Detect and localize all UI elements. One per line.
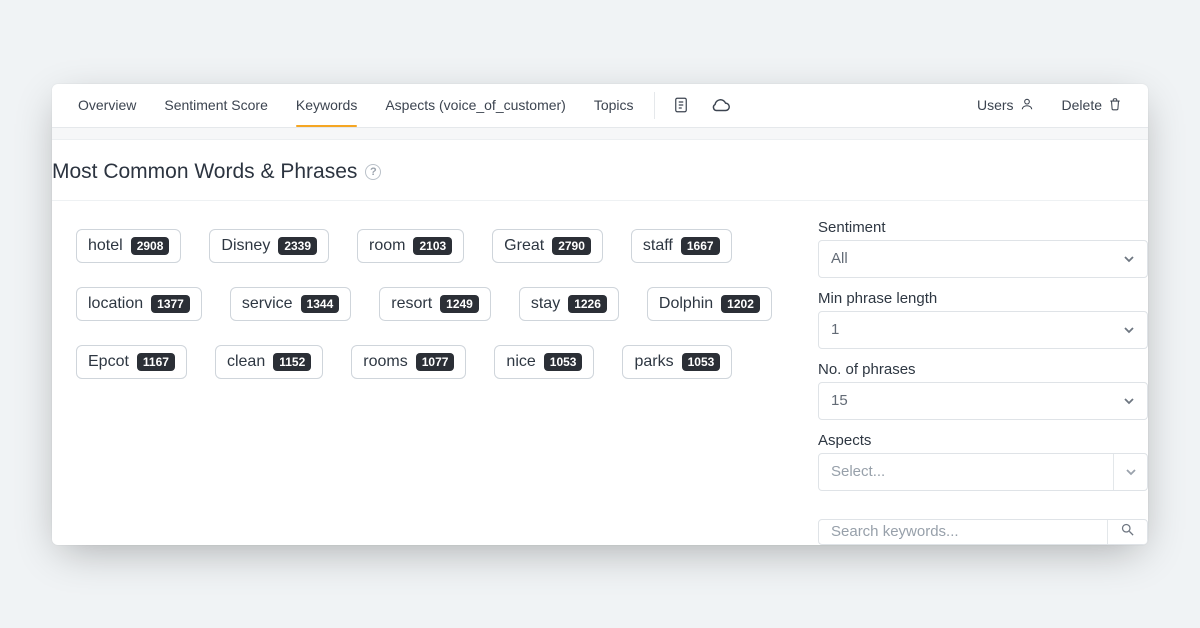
chevron-down-icon xyxy=(1123,253,1135,265)
keywords-area: hotel 2908 Disney 2339 room 2103 Great 2790 staf… xyxy=(52,201,818,545)
keyword-chip[interactable]: nice 1053 xyxy=(494,345,594,379)
min-phrase-length-select[interactable]: 1 xyxy=(818,311,1148,349)
tab-label: Overview xyxy=(78,97,136,113)
notes-icon[interactable] xyxy=(661,84,701,127)
keyword-text: nice xyxy=(506,353,535,371)
keyword-count: 1226 xyxy=(568,295,607,313)
keyword-count: 1053 xyxy=(544,353,583,371)
keyword-chip[interactable]: rooms 1077 xyxy=(351,345,466,379)
keyword-text: Disney xyxy=(221,237,270,255)
chevron-down-icon xyxy=(1123,395,1135,407)
delete-label: Delete xyxy=(1062,97,1102,113)
keyword-count: 2790 xyxy=(552,237,591,255)
tab-label: Sentiment Score xyxy=(164,97,268,113)
keyword-chip[interactable]: parks 1053 xyxy=(622,345,732,379)
tab-label: Aspects (voice_of_customer) xyxy=(385,97,566,113)
tab-divider xyxy=(654,92,655,119)
keyword-text: clean xyxy=(227,353,265,371)
tab-sentiment-score[interactable]: Sentiment Score xyxy=(150,84,282,127)
keyword-count: 1152 xyxy=(273,353,311,371)
tab-topics[interactable]: Topics xyxy=(580,84,648,127)
tab-label: Topics xyxy=(594,97,634,113)
sub-strip xyxy=(52,128,1148,140)
search-input[interactable] xyxy=(819,520,1107,544)
keyword-chip[interactable]: room 2103 xyxy=(357,229,464,263)
keyword-chip[interactable]: service 1344 xyxy=(230,287,351,321)
keyword-count: 1167 xyxy=(137,353,175,371)
keyword-text: parks xyxy=(634,353,673,371)
num-phrases-select[interactable]: 15 xyxy=(818,382,1148,420)
keyword-chip[interactable]: Disney 2339 xyxy=(209,229,329,263)
cloud-icon[interactable] xyxy=(701,84,741,127)
chevron-down-icon xyxy=(1123,324,1135,336)
keyword-chip[interactable]: Epcot 1167 xyxy=(76,345,187,379)
tab-keywords[interactable]: Keywords xyxy=(282,84,371,127)
keyword-text: stay xyxy=(531,295,560,313)
filter-label: Sentiment xyxy=(818,219,1148,236)
keyword-text: Dolphin xyxy=(659,295,713,313)
keyword-text: resort xyxy=(391,295,432,313)
search-row xyxy=(818,519,1148,545)
keyword-text: room xyxy=(369,237,405,255)
keyword-chip[interactable]: resort 1249 xyxy=(379,287,491,321)
tab-label: Keywords xyxy=(296,97,357,113)
keyword-count: 1077 xyxy=(416,353,455,371)
keyword-count: 1344 xyxy=(301,295,340,313)
filter-min-phrase-length: Min phrase length 1 xyxy=(818,290,1148,349)
filter-label: Aspects xyxy=(818,432,1148,449)
select-placeholder: Select... xyxy=(831,463,885,480)
filter-label: No. of phrases xyxy=(818,361,1148,378)
search-button[interactable] xyxy=(1107,520,1147,544)
keyword-chip[interactable]: location 1377 xyxy=(76,287,202,321)
keyword-text: staff xyxy=(643,237,673,255)
tab-aspects[interactable]: Aspects (voice_of_customer) xyxy=(371,84,580,127)
users-link[interactable]: Users xyxy=(963,84,1048,127)
aspects-select[interactable]: Select... xyxy=(818,453,1148,491)
select-value: 15 xyxy=(831,392,848,409)
select-value: All xyxy=(831,250,848,267)
user-icon xyxy=(1020,97,1034,114)
keyword-chip[interactable]: Dolphin 1202 xyxy=(647,287,772,321)
section-heading: Most Common Words & Phrases ? xyxy=(52,140,1148,201)
keyword-text: service xyxy=(242,295,293,313)
page-title: Most Common Words & Phrases xyxy=(52,160,357,184)
tabs-left: Overview Sentiment Score Keywords Aspect… xyxy=(64,84,648,127)
trash-icon xyxy=(1108,97,1122,114)
keyword-count: 1053 xyxy=(682,353,721,371)
keyword-chip[interactable]: stay 1226 xyxy=(519,287,619,321)
app-panel: Overview Sentiment Score Keywords Aspect… xyxy=(52,84,1148,545)
filter-sentiment: Sentiment All xyxy=(818,219,1148,278)
filter-num-phrases: No. of phrases 15 xyxy=(818,361,1148,420)
users-label: Users xyxy=(977,97,1014,113)
body: hotel 2908 Disney 2339 room 2103 Great 2790 staf… xyxy=(52,201,1148,545)
keyword-count: 1377 xyxy=(151,295,190,313)
chevron-down-icon xyxy=(1113,454,1147,490)
keyword-count: 2103 xyxy=(413,237,452,255)
keyword-text: rooms xyxy=(363,353,407,371)
keyword-chip[interactable]: hotel 2908 xyxy=(76,229,181,263)
keyword-count: 1667 xyxy=(681,237,720,255)
filter-label: Min phrase length xyxy=(818,290,1148,307)
select-value: 1 xyxy=(831,321,839,338)
keyword-count: 1202 xyxy=(721,295,760,313)
filter-panel: Sentiment All Min phrase length 1 No. of… xyxy=(818,201,1148,545)
keyword-chip[interactable]: Great 2790 xyxy=(492,229,603,263)
sentiment-select[interactable]: All xyxy=(818,240,1148,278)
tab-bar: Overview Sentiment Score Keywords Aspect… xyxy=(52,84,1148,128)
help-icon[interactable]: ? xyxy=(365,164,381,180)
keyword-text: location xyxy=(88,295,143,313)
keyword-text: Great xyxy=(504,237,544,255)
keyword-text: hotel xyxy=(88,237,123,255)
keyword-text: Epcot xyxy=(88,353,129,371)
keyword-chips: hotel 2908 Disney 2339 room 2103 Great 2790 staf… xyxy=(76,229,794,379)
keyword-chip[interactable]: staff 1667 xyxy=(631,229,732,263)
keyword-count: 2339 xyxy=(278,237,317,255)
tab-overview[interactable]: Overview xyxy=(64,84,150,127)
keyword-count: 2908 xyxy=(131,237,170,255)
search-icon xyxy=(1120,522,1135,541)
delete-link[interactable]: Delete xyxy=(1048,84,1136,127)
keyword-chip[interactable]: clean 1152 xyxy=(215,345,323,379)
filter-aspects: Aspects Select... xyxy=(818,432,1148,491)
keyword-count: 1249 xyxy=(440,295,479,313)
